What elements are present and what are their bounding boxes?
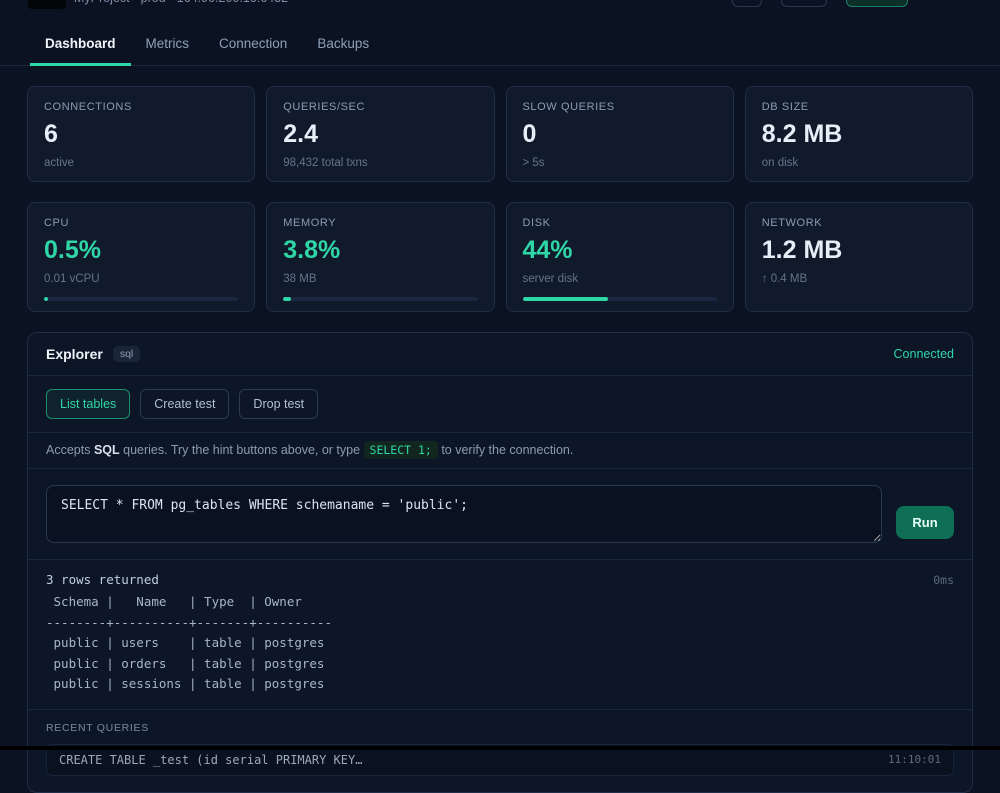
help-text-part: Accepts [46,443,94,457]
stat-sub: active [44,157,238,169]
rows-returned-text: 3 rows returned [46,572,159,587]
stat-value: 6 [44,120,238,148]
query-results: 3 rows returned 0ms Schema | Name | Type… [28,559,972,709]
disk-usage-bar [523,297,717,301]
header-primary-button[interactable] [846,0,908,7]
gauge-card-cpu: CPU 0.5% 0.01 vCPU [27,202,255,312]
gauge-card-row: CPU 0.5% 0.01 vCPU MEMORY 3.8% 38 MB DIS… [0,182,1000,312]
recent-queries-label: RECENT QUERIES [46,722,954,734]
gauge-value: 3.8% [283,236,477,264]
header-action-button-1[interactable] [732,0,762,7]
result-table-header: Schema | Name | Type | Owner [46,592,954,613]
recent-query-time: 11:10:01 [888,753,941,766]
gauge-label: MEMORY [283,217,477,229]
sql-badge: sql [113,346,140,362]
hint-button-create-test[interactable]: Create test [140,389,229,419]
sql-query-input[interactable]: SELECT * FROM pg_tables WHERE schemaname… [46,485,882,543]
inline-code-chip: SELECT 1; [364,441,438,459]
result-table-separator: --------+----------+-------+---------- [46,613,954,634]
stat-sub: > 5s [523,157,717,169]
explorer-title: Explorer [46,346,103,362]
tab-metrics[interactable]: Metrics [131,24,205,66]
tab-backups[interactable]: Backups [302,24,384,66]
result-table-row: public | sessions | table | postgres [46,674,954,695]
tab-connection[interactable]: Connection [204,24,302,66]
help-text-bold: SQL [94,443,120,457]
memory-usage-bar-fill [283,297,290,301]
help-text: Accepts SQL queries. Try the hint button… [28,432,972,468]
gauge-sub: 38 MB [283,273,477,285]
gauge-label: CPU [44,217,238,229]
tab-dashboard[interactable]: Dashboard [30,24,131,66]
stat-value: 2.4 [283,120,477,148]
header-actions [732,0,908,7]
window-header: MyProject · prod · 164.90.200.16:6432 [0,0,1000,12]
gauge-value: 0.5% [44,236,238,264]
gauge-sub: 0.01 vCPU [44,273,238,285]
query-duration: 0ms [933,573,954,587]
result-table-row: public | users | table | postgres [46,633,954,654]
gauge-value: 44% [523,236,717,264]
gauge-card-memory: MEMORY 3.8% 38 MB [266,202,494,312]
bottom-edge [0,746,1000,750]
stat-value: 0 [523,120,717,148]
stat-label: SLOW QUERIES [523,101,717,113]
stat-sub: on disk [762,157,956,169]
gauge-sub: ↑ 0.4 MB [762,273,956,285]
query-editor-row: SELECT * FROM pg_tables WHERE schemaname… [28,468,972,559]
sql-explorer-panel: Explorer sql Connected List tables Creat… [27,332,973,793]
gauge-sub: server disk [523,273,717,285]
run-query-button[interactable]: Run [896,506,954,539]
stat-card-row: CONNECTIONS 6 active QUERIES/SEC 2.4 98,… [0,66,1000,182]
result-summary-row: 3 rows returned 0ms [46,572,954,587]
help-text-part: to verify the connection. [438,443,574,457]
cpu-usage-bar [44,297,238,301]
gauge-label: DISK [523,217,717,229]
gauge-card-network: NETWORK 1.2 MB ↑ 0.4 MB [745,202,973,312]
disk-usage-bar-fill [523,297,608,301]
gauge-label: NETWORK [762,217,956,229]
hint-button-drop-test[interactable]: Drop test [239,389,318,419]
stat-card-queries-sec: QUERIES/SEC 2.4 98,432 total txns [266,86,494,182]
cpu-usage-bar-fill [44,297,48,301]
gauge-value: 1.2 MB [762,236,956,264]
app-logo [28,0,66,9]
recent-queries-section: RECENT QUERIES CREATE TABLE _test (id se… [28,709,972,792]
stat-label: DB SIZE [762,101,956,113]
recent-query-text: CREATE TABLE _test (id serial PRIMARY KE… [59,753,362,767]
hint-button-row: List tables Create test Drop test [28,375,972,432]
help-text-part: queries. Try the hint buttons above, or … [120,443,364,457]
header-action-button-2[interactable] [781,0,827,7]
tab-bar: Dashboard Metrics Connection Backups [0,24,1000,66]
stat-label: QUERIES/SEC [283,101,477,113]
hint-button-list-tables[interactable]: List tables [46,389,130,419]
stat-card-connections: CONNECTIONS 6 active [27,86,255,182]
stat-value: 8.2 MB [762,120,956,148]
stat-card-db-size: DB SIZE 8.2 MB on disk [745,86,973,182]
gauge-card-disk: DISK 44% server disk [506,202,734,312]
project-subtitle: MyProject · prod · 164.90.200.16:6432 [74,0,288,5]
connection-status-badge: Connected [894,347,954,361]
result-table-row: public | orders | table | postgres [46,654,954,675]
explorer-header: Explorer sql Connected [28,333,972,375]
stat-sub: 98,432 total txns [283,157,477,169]
stat-label: CONNECTIONS [44,101,238,113]
stat-card-slow-queries: SLOW QUERIES 0 > 5s [506,86,734,182]
memory-usage-bar [283,297,477,301]
